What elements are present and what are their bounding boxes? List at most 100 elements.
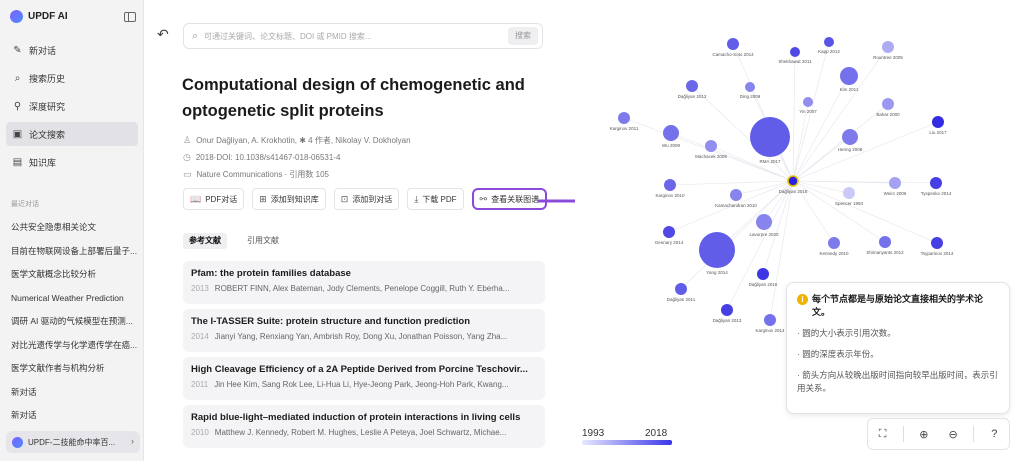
paper-node[interactable] xyxy=(932,116,944,128)
paper-node[interactable] xyxy=(824,37,834,47)
paper-authors[interactable]: Onur Dağliyan, A. Krokhotin, ✱ 4 作者, Nik… xyxy=(196,135,411,146)
paper-doi[interactable]: 2018·DOI: 10.1038/s41467-018-06531-4 xyxy=(196,153,341,162)
paper-actions: 📖 PDF对话 ⊞ 添加到知识库 ⊡ 添加到对话 ⤓ 下载 PDF ⚯ 查看关联图谱 xyxy=(183,188,548,210)
paper-node[interactable] xyxy=(840,67,858,85)
paper-node[interactable] xyxy=(618,112,630,124)
citation-edge xyxy=(669,180,794,186)
paper-node-label: Liu 2017 xyxy=(929,130,947,135)
reference-item[interactable]: Rapid blue-light–mediated induction of p… xyxy=(183,405,545,448)
paper-node-label: Machacek 2009 xyxy=(695,154,727,159)
action-label: PDF对话 xyxy=(205,194,238,204)
paper-node-label: Dağliyan 2013 xyxy=(713,318,742,323)
reference-item[interactable]: High Cleavage Efficiency of a 2A Peptide… xyxy=(183,357,545,400)
app-brand[interactable]: UPDF AI xyxy=(10,10,68,23)
paper-node-label: Karginov 2011 xyxy=(610,126,639,131)
paper-node[interactable] xyxy=(663,125,679,141)
paper-node-label: Lavorpre 2020 xyxy=(749,232,779,237)
action-button-1[interactable]: ⊞ 添加到知识库 xyxy=(252,188,326,210)
tab-1[interactable]: 引用文献 xyxy=(241,233,285,249)
sidebar-item-label: 新对话 xyxy=(29,45,57,56)
citation-edge xyxy=(792,180,938,244)
sidebar-item-2[interactable]: ⚲ 深度研究 xyxy=(6,94,138,118)
paper-node[interactable] xyxy=(843,187,855,199)
sidebar-item-0[interactable]: ✎ 新对话 xyxy=(6,38,138,62)
recent-conversation-item[interactable]: 对比光遗传学与化学遗传学在癌... xyxy=(11,334,139,358)
reference-title: The I-TASSER Suite: protein structure an… xyxy=(191,316,471,327)
paper-search-input[interactable] xyxy=(204,27,494,45)
paper-node[interactable] xyxy=(663,226,675,238)
reference-authors: Matthew J. Kennedy, Robert M. Hughes, Le… xyxy=(214,428,507,437)
reference-item[interactable]: The I-TASSER Suite: protein structure an… xyxy=(183,309,545,352)
paper-detail-panel: ↶ ⌕ 搜索 Computational design of chemogene… xyxy=(145,0,560,461)
help-button[interactable]: ? xyxy=(985,425,1003,443)
recent-conversation-item[interactable]: 医学文献概念比较分析 xyxy=(11,263,139,287)
paper-node[interactable] xyxy=(745,82,755,92)
recent-conversation-item[interactable]: 新对话 xyxy=(11,381,139,405)
paper-node-label: Yin 2007 xyxy=(799,109,817,114)
recent-conversation-item[interactable]: 医学文献作者与机构分析 xyxy=(11,357,139,381)
paper-node[interactable] xyxy=(931,237,943,249)
paper-node[interactable] xyxy=(675,283,687,295)
paper-node[interactable] xyxy=(828,237,840,249)
paper-node[interactable] xyxy=(930,177,942,189)
action-button-2[interactable]: ⊡ 添加到对话 xyxy=(333,188,400,210)
paper-node[interactable] xyxy=(664,179,676,191)
reference-item[interactable]: Pfam: the protein families database 2013 R… xyxy=(183,261,545,304)
paper-node[interactable] xyxy=(750,117,790,157)
paper-node-label: Kennedy 2010 xyxy=(819,251,849,256)
paper-node[interactable] xyxy=(842,129,858,145)
paper-node[interactable] xyxy=(882,41,894,53)
paper-node[interactable] xyxy=(686,80,698,92)
action-button-4[interactable]: ⚯ 查看关联图谱 xyxy=(471,188,548,210)
account-switcher[interactable]: UPDF-二技能命中率百... › xyxy=(6,431,140,453)
citation-graph-panel: Camacho-Soto 2014 Kapp 2012 Shekhawat 2011… xyxy=(575,0,1024,461)
citation-edge xyxy=(792,46,889,182)
recent-conversation-item[interactable]: 新对话 xyxy=(11,404,139,428)
reference-year: 2013 xyxy=(191,284,209,293)
fit-view-button[interactable]: ⛶ xyxy=(874,425,892,443)
paper-node-label: RMA 2017 xyxy=(759,159,781,164)
paper-node[interactable] xyxy=(803,97,813,107)
reference-title: Pfam: the protein families database xyxy=(191,268,351,279)
sidebar-item-4[interactable]: ▤ 知识库 xyxy=(6,150,138,174)
sidebar-item-3[interactable]: ▣ 论文搜索 xyxy=(6,122,138,146)
chevron-right-icon: › xyxy=(131,436,134,446)
center-paper-node[interactable] xyxy=(787,175,799,187)
citation-edge xyxy=(792,121,939,182)
info-line-size: · 圆的大小表示引用次数。 xyxy=(797,328,896,338)
paper-node[interactable] xyxy=(764,314,776,326)
back-arrow-icon[interactable]: ↶ xyxy=(157,26,169,43)
paper-node[interactable] xyxy=(721,304,733,316)
paper-node[interactable] xyxy=(757,268,769,280)
paper-node[interactable] xyxy=(889,177,901,189)
paper-node-label: Yang 2014 xyxy=(706,270,728,275)
paper-node[interactable] xyxy=(705,140,717,152)
action-button-0[interactable]: 📖 PDF对话 xyxy=(183,188,245,210)
paper-node[interactable] xyxy=(699,232,735,268)
paper-doi-row: ◷ 2018·DOI: 10.1038/s41467-018-06531-4 xyxy=(183,152,513,163)
reference-tabs: 参考文献 引用文献 xyxy=(183,233,285,249)
paper-node[interactable] xyxy=(727,38,739,50)
paper-node-label: Karginov 2014 xyxy=(755,328,785,333)
paper-node[interactable] xyxy=(882,98,894,110)
paper-node[interactable] xyxy=(756,214,772,230)
search-button[interactable]: 搜索 xyxy=(508,27,538,45)
action-button-3[interactable]: ⤓ 下载 PDF xyxy=(407,188,464,210)
sidebar-collapse-icon[interactable] xyxy=(124,12,136,22)
paper-node[interactable] xyxy=(730,189,742,201)
paper-node[interactable] xyxy=(790,47,800,57)
tab-0[interactable]: 参考文献 xyxy=(183,233,227,249)
sidebar-item-1[interactable]: ⌕ 搜索历史 xyxy=(6,66,138,90)
zoom-in-button[interactable]: ⊕ xyxy=(915,425,933,443)
paper-node-label: Rountree 2005 xyxy=(873,55,903,60)
recent-conversation-item[interactable]: Numerical Weather Prediction xyxy=(11,287,139,311)
recent-conversation-item[interactable]: 调研 AI 驱动的气候模型在预测... xyxy=(11,310,139,334)
recent-conversation-item[interactable]: 目前在物联网设备上部署后量子... xyxy=(11,240,139,264)
recent-conversation-item[interactable]: 公共安全隐患相关论文 xyxy=(11,216,139,240)
zoom-out-button[interactable]: ⊖ xyxy=(944,425,962,443)
paper-node-label: Ding 2009 xyxy=(740,94,761,99)
download-icon: ⤓ xyxy=(414,193,419,204)
search-icon: ⌕ xyxy=(192,30,199,42)
paper-node-label: Kamachandran 2010 xyxy=(715,203,757,208)
paper-node[interactable] xyxy=(879,236,891,248)
